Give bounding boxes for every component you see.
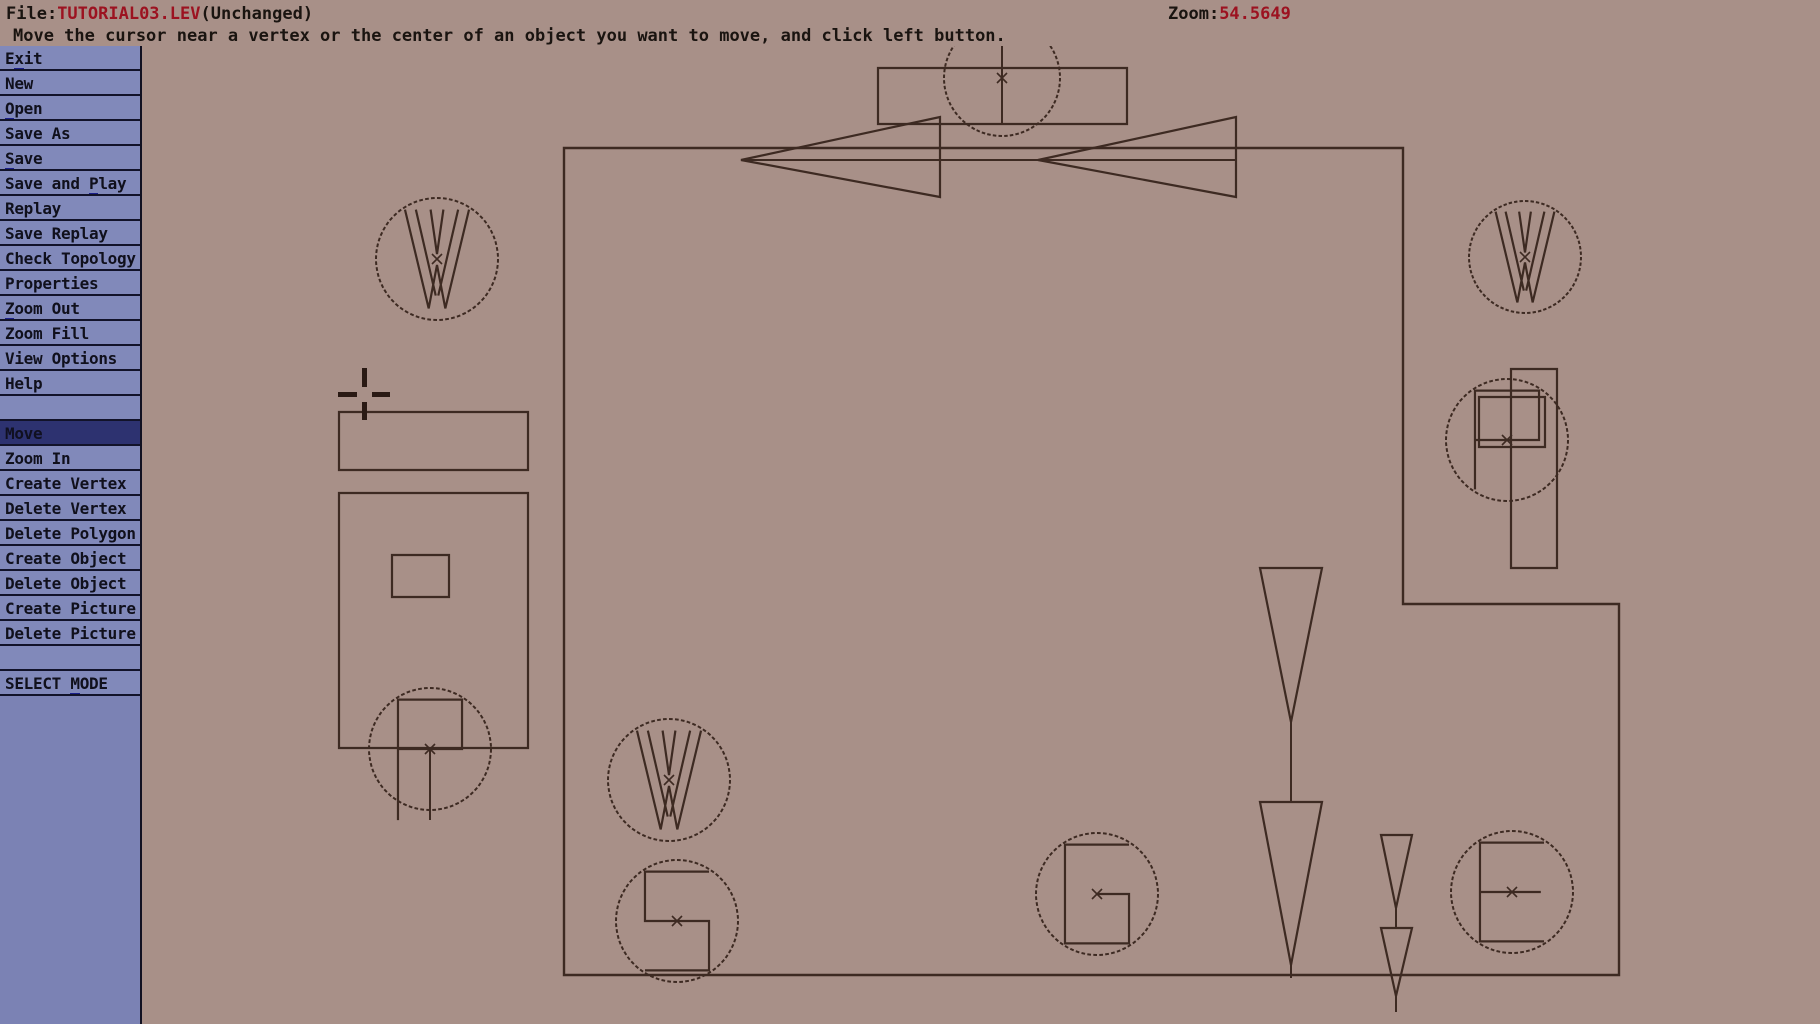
level-geometry-svg: [337, 46, 1621, 1012]
menu-group-mode: SELECT MODE: [0, 671, 140, 696]
player-start-w-lower-center-marker: [663, 774, 675, 786]
menu-item-properties[interactable]: Properties: [0, 271, 140, 296]
menu-item-zoom-out[interactable]: Zoom Out: [0, 296, 140, 321]
hint-text: Move the cursor near a vertex or the cen…: [13, 26, 1006, 46]
tool-item-delete-vertex[interactable]: Delete Vertex: [0, 496, 140, 521]
object-player-start-w-lower[interactable]: [607, 718, 731, 842]
status-bar: File:TUTORIAL03.LEV(Unchanged) Zoom:54.5…: [0, 0, 1820, 46]
file-state: (Unchanged): [200, 4, 314, 24]
menu-item-new[interactable]: New: [0, 71, 140, 96]
menu-item-replay[interactable]: Replay: [0, 196, 140, 221]
file-name: TUTORIAL03.LEV: [57, 4, 201, 24]
arrow-left-upper: [740, 115, 942, 199]
main-level-boundary: [562, 146, 1621, 977]
triangle-down-3: [1379, 833, 1414, 909]
tool-item-delete-object[interactable]: Delete Object: [0, 571, 140, 596]
menu-item-zoom-fill[interactable]: Zoom Fill: [0, 321, 140, 346]
accelerator-key: Z: [5, 299, 15, 319]
menu-group-file: Exit New Open Save As Save Save and Play Repla…: [0, 46, 140, 396]
level-canvas[interactable]: [142, 46, 1820, 1024]
menu-item-help[interactable]: Help: [0, 371, 140, 396]
object-exit-object-s[interactable]: [615, 859, 739, 983]
tool-item-zoom-in[interactable]: Zoom In: [0, 446, 140, 471]
menu-item-save-replay[interactable]: Save Replay: [0, 221, 140, 246]
object-player-start-w-left[interactable]: [375, 197, 499, 321]
menu-separator-2: [0, 646, 140, 671]
zoom-value: 54.5649: [1219, 4, 1291, 24]
accelerator-key: O: [5, 99, 15, 119]
sidebar-menu: Exit New Open Save As Save Save and Play Repla…: [0, 46, 142, 1024]
mode-item-select-mode[interactable]: SELECT MODE: [0, 671, 140, 696]
rect-right-tall: [1509, 367, 1559, 570]
file-label: File:: [6, 4, 58, 24]
menu-item-save-as[interactable]: Save As: [0, 121, 140, 146]
tool-item-create-picture[interactable]: Create Picture: [0, 596, 140, 621]
menu-item-open[interactable]: Open: [0, 96, 140, 121]
accelerator-key: M: [70, 674, 80, 694]
menu-group-tools: Move Zoom In Create Vertex Delete Vertex Del…: [0, 421, 140, 646]
file-status-line: File:TUTORIAL03.LEV(Unchanged): [0, 3, 1820, 25]
accelerator-key: P: [89, 174, 99, 194]
object-exit-object-e[interactable]: [1450, 830, 1574, 954]
tool-item-create-object[interactable]: Create Object: [0, 546, 140, 571]
arrow-left-lower: [1037, 115, 1238, 199]
zoom-label: Zoom:: [1168, 4, 1220, 24]
triangle-down-2: [1258, 800, 1324, 966]
menu-item-view-options[interactable]: View Options: [0, 346, 140, 371]
tool-item-delete-picture[interactable]: Delete Picture: [0, 621, 140, 646]
triangle-down-1: [1258, 566, 1324, 723]
accelerator-key: S: [5, 149, 15, 169]
menu-item-exit[interactable]: Exit: [0, 46, 140, 71]
tool-item-move[interactable]: Move: [0, 421, 140, 446]
rect-lower-left: [337, 491, 530, 750]
rect-inner-small: [390, 553, 451, 599]
rect-upper-left: [337, 410, 530, 472]
object-gun-object-g[interactable]: [1035, 832, 1159, 956]
object-player-start-w-right[interactable]: [1468, 200, 1582, 314]
menu-item-save-and-play[interactable]: Save and Play: [0, 171, 140, 196]
menu-item-check-topology[interactable]: Check Topology: [0, 246, 140, 271]
tool-item-delete-polygon[interactable]: Delete Polygon: [0, 521, 140, 546]
triangle-down-4: [1379, 926, 1414, 997]
zoom-indicator: Zoom:54.5649: [1168, 3, 1291, 25]
level-editor-window: File:TUTORIAL03.LEV(Unchanged) Zoom:54.5…: [0, 0, 1820, 1024]
hint-line: Move the cursor near a vertex or the cen…: [0, 25, 1820, 47]
player-start-w-left-center-marker: [431, 253, 443, 265]
tool-item-create-vertex[interactable]: Create Vertex: [0, 471, 140, 496]
menu-separator-1: [0, 396, 140, 421]
accelerator-key: x: [14, 49, 24, 69]
player-start-w-right-center-marker: [1519, 251, 1531, 263]
menu-item-save[interactable]: Save: [0, 146, 140, 171]
